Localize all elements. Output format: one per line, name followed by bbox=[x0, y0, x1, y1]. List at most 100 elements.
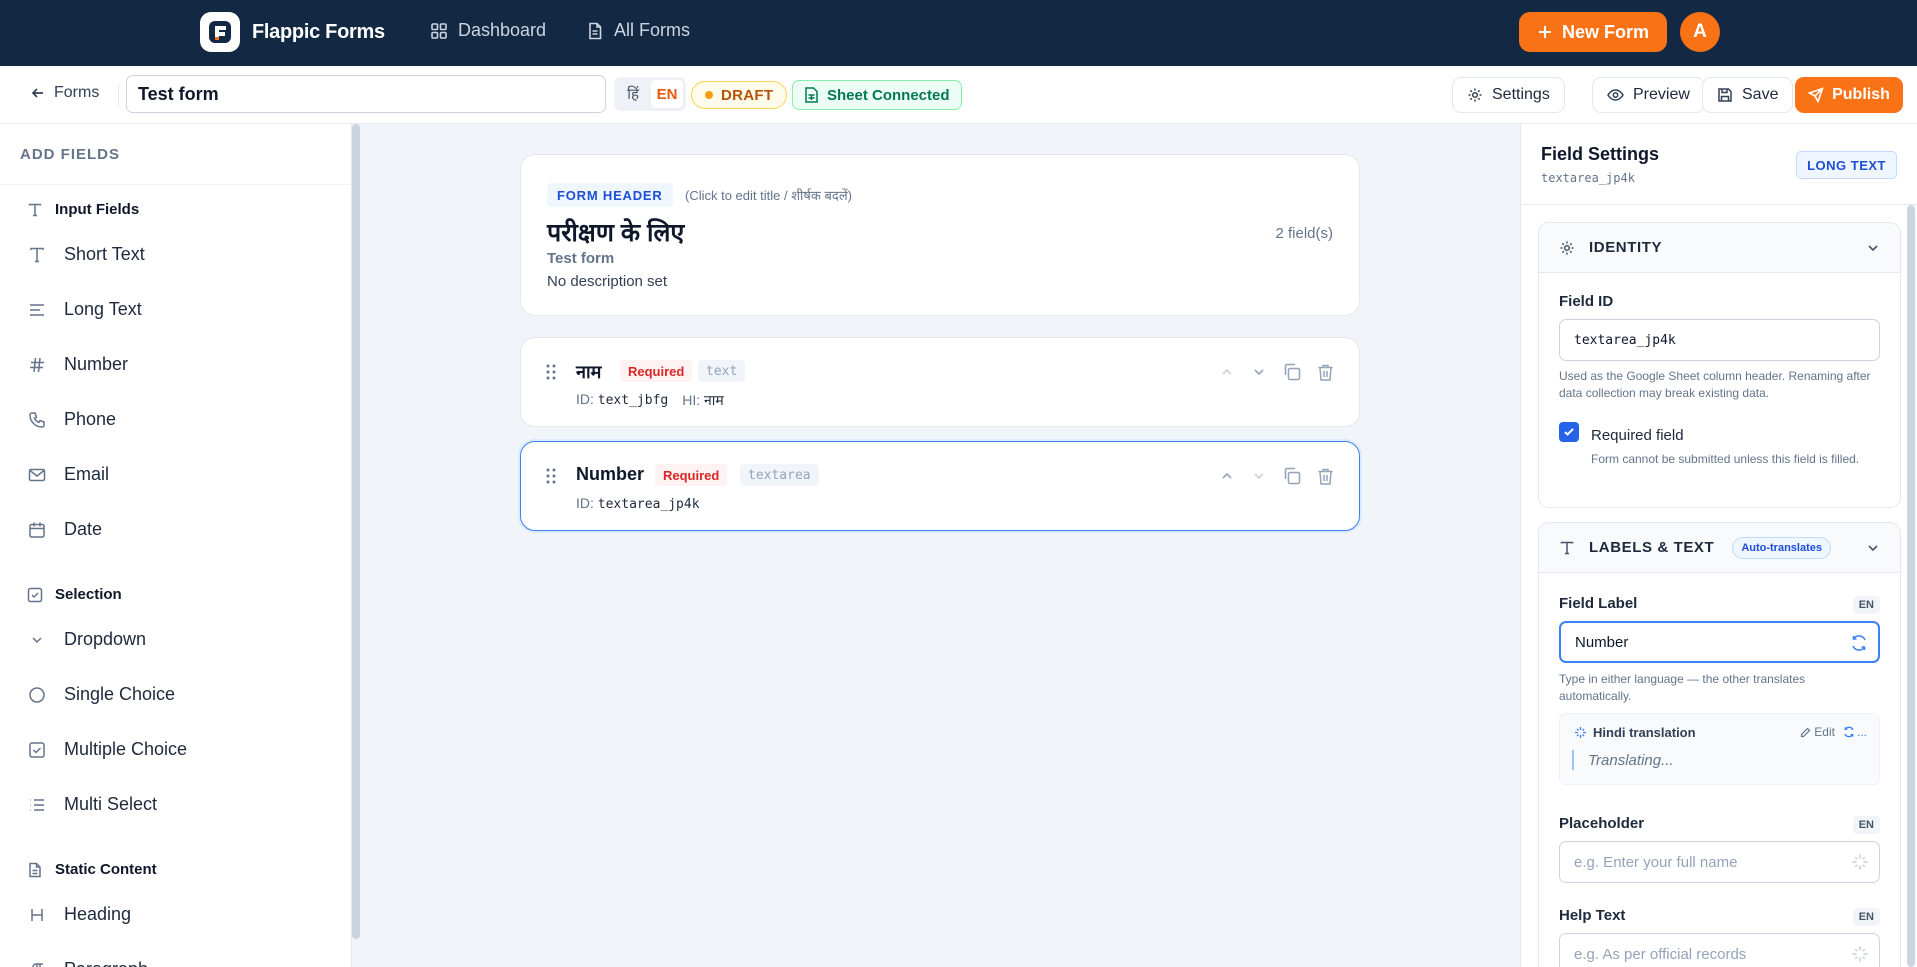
form-header-card[interactable]: FORM HEADER (Click to edit title / शीर्ष… bbox=[520, 154, 1360, 316]
section-title: IDENTITY bbox=[1589, 239, 1663, 256]
placeholder-input[interactable]: e.g. Enter your full name bbox=[1559, 841, 1880, 883]
drag-handle-icon[interactable] bbox=[545, 467, 557, 485]
hash-icon bbox=[30, 357, 44, 372]
sparkles-icon[interactable] bbox=[1851, 853, 1869, 871]
field-id-value: text_jbfg bbox=[597, 393, 669, 408]
language-switcher: हिं EN bbox=[614, 77, 686, 111]
field-label-input[interactable]: Number bbox=[1559, 621, 1880, 663]
field-id-input[interactable]: textarea_jp4k bbox=[1559, 319, 1880, 361]
lang-tag: EN bbox=[1852, 596, 1880, 614]
required-checkbox[interactable] bbox=[1559, 422, 1579, 442]
refresh-icon bbox=[1844, 726, 1854, 738]
translation-title: Hindi translation bbox=[1574, 725, 1696, 740]
avatar[interactable]: A bbox=[1680, 12, 1720, 52]
translation-status: Translating... bbox=[1572, 750, 1674, 770]
lang-option-english[interactable]: EN bbox=[651, 80, 683, 108]
field-label: Number bbox=[576, 464, 645, 484]
brand[interactable]: Flappic Forms bbox=[200, 12, 385, 52]
settings-button[interactable]: Settings bbox=[1452, 77, 1565, 113]
lang-option-hindi[interactable]: हिं bbox=[617, 80, 649, 108]
sidebar-item-label: Short Text bbox=[64, 244, 145, 264]
field-type-badge: textarea bbox=[740, 464, 819, 486]
identity-section-header[interactable]: IDENTITY bbox=[1539, 223, 1900, 273]
sparkles-icon[interactable] bbox=[1851, 945, 1869, 963]
labels-text-section: LABELS & TEXT Auto-translates Field Labe… bbox=[1538, 522, 1901, 967]
list-icon bbox=[30, 798, 44, 811]
preview-button[interactable]: Preview bbox=[1592, 77, 1705, 113]
field-id-prefix: ID: bbox=[576, 391, 594, 407]
form-header-title: परीक्षण के लिए bbox=[547, 219, 685, 247]
paragraph-icon bbox=[32, 962, 43, 967]
nav-link-all-forms[interactable]: All Forms bbox=[586, 20, 690, 41]
sidebar-item-paragraph[interactable]: Paragraph bbox=[28, 959, 148, 967]
sidebar-item-heading[interactable]: Heading bbox=[28, 904, 131, 925]
status-label: DRAFT bbox=[721, 86, 774, 104]
refresh-icon[interactable] bbox=[1850, 634, 1868, 652]
status-dot bbox=[705, 91, 713, 99]
sidebar-item-long-text[interactable]: Long Text bbox=[28, 299, 142, 320]
sidebar-item-single-choice[interactable]: Single Choice bbox=[28, 684, 175, 705]
field-hi-value: नाम bbox=[704, 392, 724, 408]
divider bbox=[1521, 204, 1917, 205]
duplicate-button[interactable] bbox=[1282, 466, 1302, 491]
save-button[interactable]: Save bbox=[1702, 77, 1794, 113]
sidebar-item-multi-select[interactable]: Multi Select bbox=[28, 794, 157, 815]
required-field-label[interactable]: Required field bbox=[1591, 427, 1684, 444]
new-form-button[interactable]: New Form bbox=[1519, 12, 1667, 52]
help-text-input[interactable]: e.g. As per official records bbox=[1559, 933, 1880, 967]
delete-button[interactable] bbox=[1316, 467, 1335, 491]
placeholder-input-placeholder: e.g. Enter your full name bbox=[1574, 853, 1738, 871]
retranslate-button[interactable]: ... bbox=[1843, 725, 1867, 739]
sidebar-scrollbar[interactable] bbox=[352, 124, 360, 939]
gear-icon bbox=[1560, 241, 1574, 254]
sidebar-item-email[interactable]: Email bbox=[28, 464, 109, 485]
sheet-icon bbox=[805, 87, 818, 103]
sidebar-item-short-text[interactable]: Short Text bbox=[28, 244, 145, 265]
move-up-button[interactable] bbox=[1218, 363, 1236, 386]
save-icon bbox=[1718, 88, 1732, 102]
sidebar-item-dropdown[interactable]: Dropdown bbox=[28, 629, 146, 650]
document-icon bbox=[589, 22, 602, 39]
publish-button[interactable]: Publish bbox=[1795, 77, 1903, 113]
field-hi-prefix: HI: bbox=[682, 392, 701, 408]
move-up-button[interactable] bbox=[1218, 467, 1236, 490]
sidebar-item-label: Date bbox=[64, 519, 103, 539]
field-count: 2 field(s) bbox=[1275, 225, 1333, 242]
chevron-down-icon bbox=[1868, 245, 1878, 252]
sidebar-item-label: Multiple Choice bbox=[64, 739, 188, 759]
form-title-input[interactable] bbox=[126, 75, 606, 113]
sidebar-item-number[interactable]: Number bbox=[28, 354, 128, 375]
sidebar-item-multiple-choice[interactable]: Multiple Choice bbox=[28, 739, 187, 760]
chevron-up-icon bbox=[1222, 368, 1232, 375]
move-down-button[interactable] bbox=[1250, 467, 1268, 490]
field-card[interactable]: Number Required textarea ID: textarea_jp… bbox=[520, 441, 1360, 531]
pencil-icon bbox=[1801, 727, 1811, 737]
sidebar-item-date[interactable]: Date bbox=[28, 519, 102, 540]
translation-actions: Edit ... bbox=[1800, 725, 1867, 739]
field-card[interactable]: नाम Required text ID: text_jbfg HI: नाम bbox=[520, 337, 1360, 427]
placeholder-label: Placeholder bbox=[1559, 815, 1645, 832]
duplicate-button[interactable] bbox=[1282, 362, 1302, 387]
sidebar-item-phone[interactable]: Phone bbox=[28, 409, 116, 430]
move-down-button[interactable] bbox=[1250, 363, 1268, 386]
send-icon bbox=[1808, 87, 1824, 103]
labels-section-header[interactable]: LABELS & TEXT Auto-translates bbox=[1539, 523, 1900, 573]
field-meta: ID: textarea_jp4k bbox=[576, 495, 700, 512]
back-to-forms-link[interactable]: Forms bbox=[30, 84, 99, 102]
field-id: ID: textarea_jp4k bbox=[576, 495, 700, 512]
drag-handle-icon[interactable] bbox=[545, 363, 557, 381]
delete-button[interactable] bbox=[1316, 363, 1335, 387]
editor-toolbar: Forms हिं EN DRAFT Sheet Connected Setti… bbox=[0, 66, 1917, 124]
group-label: Input Fields bbox=[55, 201, 140, 218]
settings-scrollbar[interactable] bbox=[1907, 205, 1915, 967]
top-navbar: Flappic Forms Dashboard All Forms New Fo… bbox=[0, 0, 1917, 66]
identity-section: IDENTITY Field ID textarea_jp4k Used as … bbox=[1538, 222, 1901, 508]
align-left-icon bbox=[30, 303, 44, 316]
edit-translation-button[interactable]: Edit bbox=[1800, 725, 1835, 739]
sidebar-item-label: Number bbox=[64, 354, 129, 374]
field-settings-panel: Field Settings textarea_jp4k LONG TEXT I… bbox=[1520, 124, 1917, 967]
auto-translate-badge: Auto-translates bbox=[1732, 536, 1831, 559]
translation-title-label: Hindi translation bbox=[1593, 725, 1696, 740]
nav-link-dashboard[interactable]: Dashboard bbox=[430, 20, 546, 41]
sheet-connected-badge[interactable]: Sheet Connected bbox=[792, 80, 962, 110]
